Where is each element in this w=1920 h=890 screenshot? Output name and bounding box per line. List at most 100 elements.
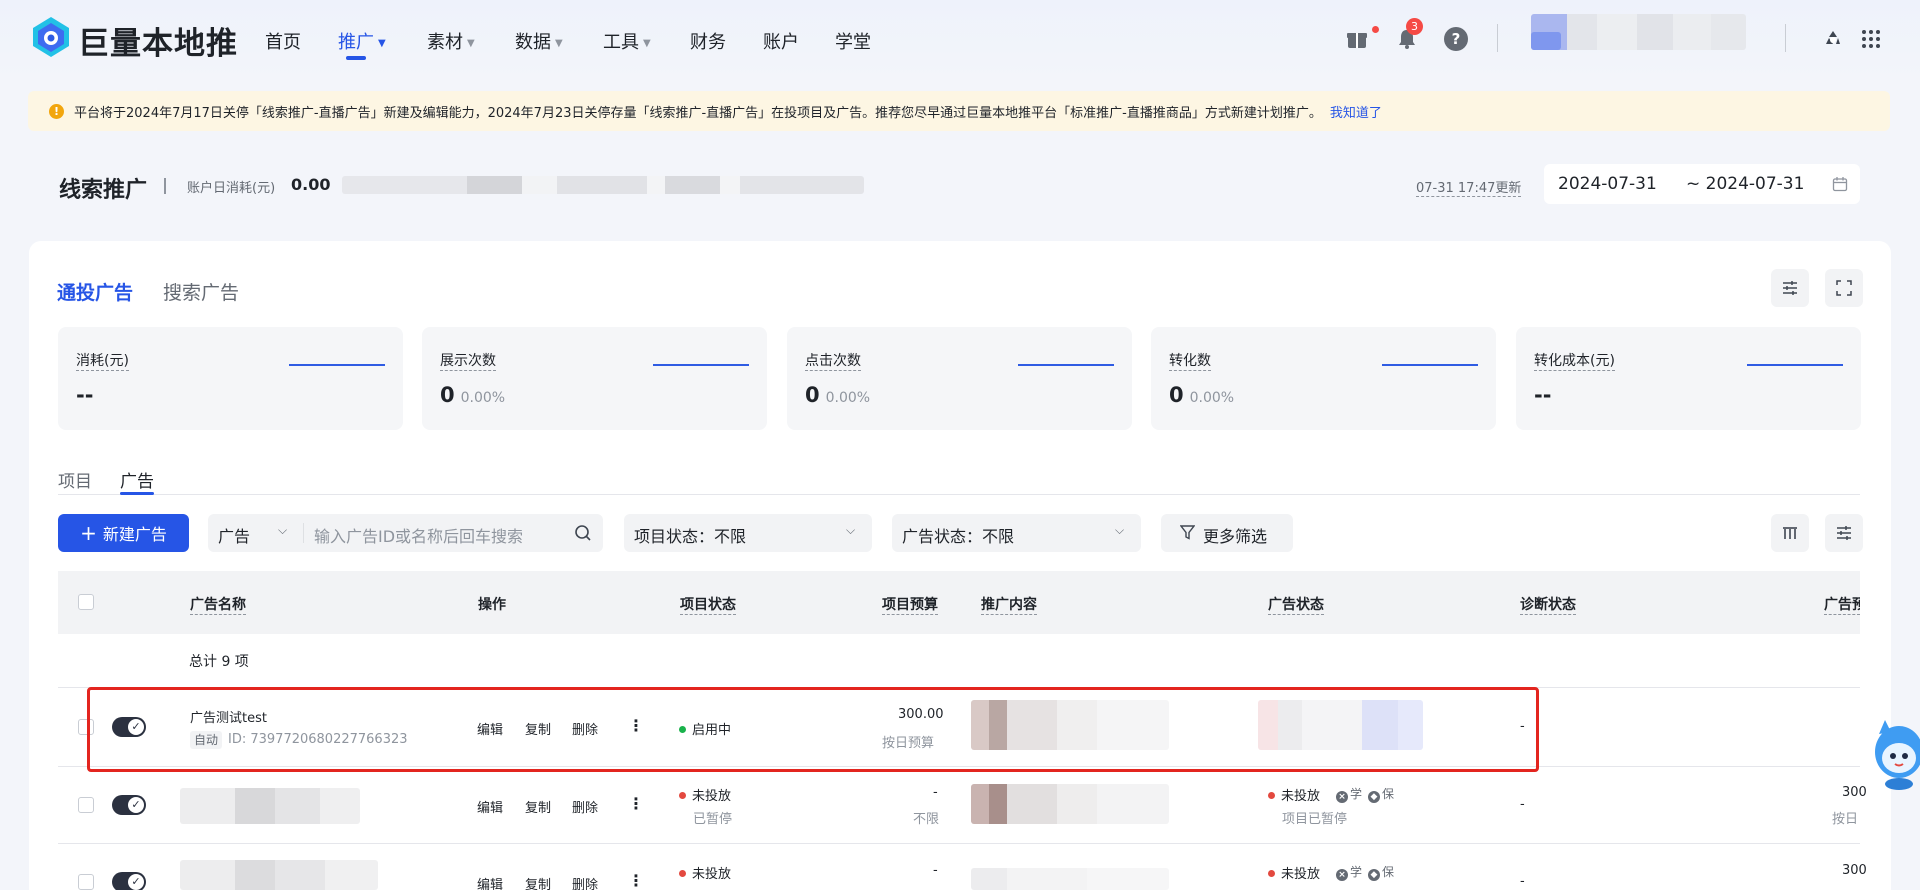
ad-name-blurred[interactable] xyxy=(180,788,360,824)
more-actions-icon[interactable]: ⋮ xyxy=(628,871,644,890)
diagnosis-status: - xyxy=(1520,797,1525,812)
nav-item-promotion[interactable]: 推广 ▼ xyxy=(338,28,386,54)
budget-type: 不限 xyxy=(913,812,940,827)
more-actions-icon[interactable]: ⋮ xyxy=(628,794,644,813)
delete-button[interactable]: 删除 xyxy=(572,797,598,816)
recycle-icon[interactable] xyxy=(1816,22,1850,56)
ad-status-filter-label: 广告状态：不限 xyxy=(902,527,1015,546)
nav-item-home[interactable]: 首页 xyxy=(265,28,301,54)
stat-label: 转化成本(元) xyxy=(1534,350,1615,371)
stat-value: -- xyxy=(76,383,94,407)
project-status: 未投放 xyxy=(679,863,731,882)
column-header-actions: 操作 xyxy=(478,597,506,613)
tab-general-ads[interactable]: 通投广告 xyxy=(57,278,133,305)
stat-trend-line xyxy=(653,364,749,366)
stat-card-cost: 消耗(元) -- xyxy=(58,327,403,430)
subtab-project[interactable]: 项目 xyxy=(58,467,92,492)
column-header-project-status[interactable]: 项目状态 xyxy=(680,594,736,615)
promo-content-blurred xyxy=(971,784,1169,824)
ad-status-filter[interactable]: 广告状态：不限 ⌵ xyxy=(892,514,1141,552)
help-icon[interactable]: ? xyxy=(1444,27,1468,51)
delete-button[interactable]: 删除 xyxy=(572,874,598,890)
ad-status-tags: × 学 ◆ 保 xyxy=(1336,785,1400,803)
notice-banner: ! 平台将于2024年7月17日关停「线索推广-直播广告」新建及编辑能力，202… xyxy=(28,91,1890,131)
assistant-mascot-icon[interactable] xyxy=(1866,712,1920,796)
column-header-ad-budget[interactable]: 广告预 xyxy=(1824,594,1860,615)
column-settings-icon[interactable] xyxy=(1771,514,1809,552)
status-dot xyxy=(679,792,686,799)
ad-status-tags: × 学 ◆ 保 xyxy=(1336,863,1400,881)
ad-status: 未投放 xyxy=(1268,863,1320,882)
column-header-project-budget[interactable]: 项目预算 xyxy=(882,594,938,615)
subtab-ad[interactable]: 广告 xyxy=(120,467,154,492)
account-info-blurred[interactable] xyxy=(1531,14,1746,50)
more-filters-label: 更多筛选 xyxy=(1203,527,1268,546)
stat-value: 0 0.00% xyxy=(805,383,871,407)
copy-button[interactable]: 复制 xyxy=(525,874,551,890)
tab-search-ads[interactable]: 搜索广告 xyxy=(163,278,239,305)
update-time: 07-31 17:47更新 xyxy=(1416,177,1522,197)
shield-icon: ◆ xyxy=(1368,791,1381,803)
column-header-ad-status[interactable]: 广告状态 xyxy=(1268,594,1324,615)
row-checkbox[interactable] xyxy=(78,797,94,813)
edit-button[interactable]: 编辑 xyxy=(477,797,503,816)
ad-status: 未投放 xyxy=(1268,785,1320,804)
fullscreen-icon[interactable] xyxy=(1825,269,1863,307)
settings-sliders-icon[interactable] xyxy=(1771,269,1809,307)
more-filters-button[interactable]: 更多筛选 xyxy=(1161,514,1293,552)
copy-button[interactable]: 复制 xyxy=(525,797,551,816)
status-dot xyxy=(1268,870,1275,877)
nav-item-academy[interactable]: 学堂 xyxy=(835,28,871,54)
nav-item-data[interactable]: 数据 ▼ xyxy=(515,28,563,54)
row-toggle-switch[interactable] xyxy=(112,795,146,815)
new-ad-button[interactable]: + 新建广告 xyxy=(58,514,189,552)
shield-icon: ◆ xyxy=(1368,869,1381,881)
account-details-blurred xyxy=(342,176,864,194)
notice-dismiss-link[interactable]: 我知道了 xyxy=(1330,106,1382,121)
stat-trend-line xyxy=(1018,364,1114,366)
gift-icon[interactable] xyxy=(1344,26,1370,52)
highlight-box xyxy=(87,687,1539,772)
apps-grid-icon[interactable] xyxy=(1854,22,1888,56)
search-scope-select[interactable]: 广告 xyxy=(218,523,250,547)
nav-item-tools[interactable]: 工具 ▼ xyxy=(603,28,651,54)
nav-item-account[interactable]: 账户 xyxy=(763,28,799,54)
promo-content-blurred xyxy=(971,868,1169,890)
search-icon[interactable] xyxy=(574,524,592,546)
logo-icon xyxy=(33,17,69,57)
stat-card-conversion-cost: 转化成本(元) -- xyxy=(1516,327,1861,430)
column-header-diagnosis[interactable]: 诊断状态 xyxy=(1520,594,1576,615)
column-header-promo-content[interactable]: 推广内容 xyxy=(981,594,1037,615)
search-input[interactable]: 输入广告ID或名称后回车搜索 xyxy=(314,523,523,547)
notification-badge: 3 xyxy=(1406,18,1423,35)
chevron-down-icon: ▼ xyxy=(643,38,651,49)
date-end: ~ 2024-07-31 xyxy=(1686,174,1805,194)
stat-label: 转化数 xyxy=(1169,350,1211,371)
account-spend-value: 0.00 xyxy=(291,175,331,194)
nav-item-material[interactable]: 素材 ▼ xyxy=(427,28,475,54)
row-checkbox[interactable] xyxy=(78,874,94,890)
select-all-checkbox[interactable] xyxy=(78,594,94,610)
ad-name-blurred[interactable] xyxy=(180,860,378,890)
row-toggle-switch[interactable] xyxy=(112,872,146,890)
filter-icon xyxy=(1179,525,1196,544)
table-settings-sliders-icon[interactable] xyxy=(1825,514,1863,552)
plus-icon: + xyxy=(80,521,97,545)
nav-item-finance[interactable]: 财务 xyxy=(690,28,726,54)
warning-icon: ! xyxy=(49,104,64,119)
ad-budget: 300 xyxy=(1842,863,1867,878)
stat-card-impressions: 展示次数 0 0.00% xyxy=(422,327,767,430)
project-status-filter-label: 项目状态：不限 xyxy=(634,527,747,546)
guarantee-tag: ◆ 保 xyxy=(1368,785,1394,803)
learning-tag: × 学 xyxy=(1336,785,1362,803)
chevron-down-icon: ▼ xyxy=(555,38,563,49)
project-status-filter[interactable]: 项目状态：不限 ⌵ xyxy=(624,514,872,552)
date-range-picker[interactable]: 2024-07-31 ~ 2024-07-31 xyxy=(1544,164,1860,204)
stat-label: 展示次数 xyxy=(440,350,496,371)
project-status: 未投放 xyxy=(679,785,731,804)
close-circle-icon: × xyxy=(1336,791,1348,803)
column-header-ad-name[interactable]: 广告名称 xyxy=(190,594,246,615)
account-spend-label: 账户日消耗(元) xyxy=(187,181,276,196)
row-divider xyxy=(58,843,1860,844)
edit-button[interactable]: 编辑 xyxy=(477,874,503,890)
